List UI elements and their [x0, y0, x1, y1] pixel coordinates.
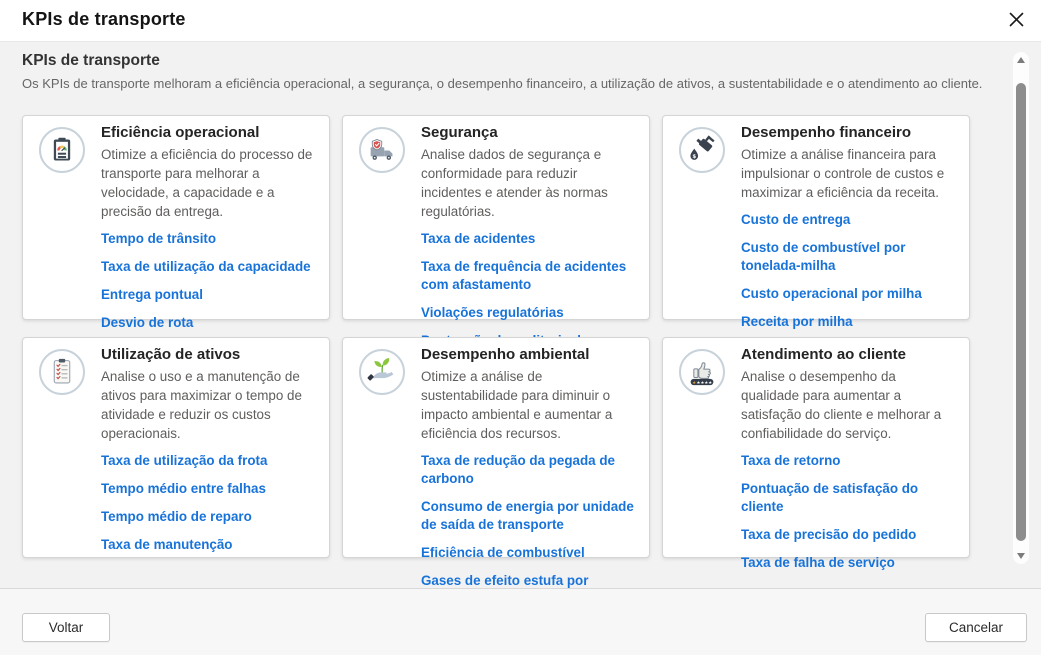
kpi-link-accident-rate[interactable]: Taxa de acidentes [421, 230, 635, 248]
kpi-link-carbon-footprint-reduction[interactable]: Taxa de redução da pegada de carbono [421, 452, 635, 488]
section-subtitle: Os KPIs de transporte melhoram a eficiên… [22, 76, 1041, 92]
card-description: Analise dados de segurança e conformidad… [421, 145, 635, 221]
card-description: Analise o uso e a manutenção de ativos p… [101, 367, 315, 443]
kpi-link-list: Custo de entrega Custo de combustível po… [741, 211, 955, 331]
card-title: Desempenho ambiental [421, 346, 635, 364]
kpi-card-safety: Segurança Analise dados de segurança e c… [342, 115, 650, 320]
cancel-button[interactable]: Cancelar [925, 613, 1027, 642]
kpi-link-list: Tempo de trânsito Taxa de utilização da … [101, 230, 315, 332]
kpi-link-operating-cost-mile[interactable]: Custo operacional por milha [741, 285, 955, 303]
kpi-link-mttr[interactable]: Tempo médio de reparo [101, 508, 315, 526]
kpi-link-capacity-utilization[interactable]: Taxa de utilização da capacidade [101, 258, 315, 276]
card-title: Desempenho financeiro [741, 124, 955, 142]
gauge-clipboard-icon [39, 127, 85, 173]
kpi-link-regulatory-violations[interactable]: Violações regulatórias [421, 304, 635, 322]
thumbs-up-stars-icon: ★ ★★★★ [679, 349, 725, 395]
kpi-card-customer-service: ★ ★★★★ Atendimento ao cliente Analise o … [662, 337, 970, 558]
section-heading: KPIs de transporte [22, 52, 1041, 70]
card-description: Otimize a análise financeira para impuls… [741, 145, 955, 202]
kpi-card-grid: Eficiência operacional Otimize a eficiên… [22, 115, 1041, 558]
dialog-title: KPIs de transporte [22, 9, 186, 30]
card-title: Utilização de ativos [101, 346, 315, 364]
kpi-link-list: Taxa de retorno Pontuação de satisfação … [741, 452, 955, 572]
svg-text:$: $ [692, 154, 696, 160]
kpi-link-lost-time-injury[interactable]: Taxa de frequência de acidentes com afas… [421, 258, 635, 294]
scroll-up-icon[interactable] [1017, 57, 1025, 63]
kpi-link-service-failure-rate[interactable]: Taxa de falha de serviço [741, 554, 955, 572]
kpi-card-operational-efficiency: Eficiência operacional Otimize a eficiên… [22, 115, 330, 320]
close-icon [1009, 12, 1024, 30]
kpi-link-maintenance-rate[interactable]: Taxa de manutenção [101, 536, 315, 554]
truck-shield-icon [359, 127, 405, 173]
scroll-down-icon[interactable] [1017, 553, 1025, 559]
dialog-body: KPIs de transporte Os KPIs de transporte… [0, 42, 1041, 588]
kpi-card-financial-performance: $ Desempenho financeiro Otimize a anális… [662, 115, 970, 320]
kpi-link-fuel-cost-ton-mile[interactable]: Custo de combustível por tonelada-milha [741, 239, 955, 275]
dialog-footer: Voltar Cancelar [0, 588, 1041, 655]
kpi-card-asset-utilization: Utilização de ativos Analise o uso e a m… [22, 337, 330, 558]
kpi-link-revenue-per-mile[interactable]: Receita por milha [741, 313, 955, 331]
card-title: Eficiência operacional [101, 124, 315, 142]
kpi-link-mtbf[interactable]: Tempo médio entre falhas [101, 480, 315, 498]
kpi-card-environmental-performance: Desempenho ambiental Otimize a análise d… [342, 337, 650, 558]
back-button[interactable]: Voltar [22, 613, 110, 642]
kpi-link-route-deviation[interactable]: Desvio de rota [101, 314, 315, 332]
checklist-clipboard-icon [39, 349, 85, 395]
fuel-cost-icon: $ [679, 127, 725, 173]
kpi-link-order-accuracy[interactable]: Taxa de precisão do pedido [741, 526, 955, 544]
kpi-link-list: Taxa de utilização da frota Tempo médio … [101, 452, 315, 554]
card-description: Analise o desempenho da qualidade para a… [741, 367, 955, 443]
card-description: Otimize a eficiência do processo de tran… [101, 145, 315, 221]
card-title: Segurança [421, 124, 635, 142]
vertical-scrollbar[interactable] [1013, 52, 1029, 564]
kpi-link-transit-time[interactable]: Tempo de trânsito [101, 230, 315, 248]
plant-hand-icon [359, 349, 405, 395]
svg-text:★★★★: ★★★★ [697, 380, 713, 386]
scrollbar-thumb[interactable] [1016, 83, 1026, 541]
kpi-link-return-rate[interactable]: Taxa de retorno [741, 452, 955, 470]
title-bar: KPIs de transporte [0, 0, 1041, 42]
kpi-dialog: KPIs de transporte KPIs de transporte Os… [0, 0, 1041, 655]
kpi-link-energy-per-output[interactable]: Consumo de energia por unidade de saída … [421, 498, 635, 534]
kpi-link-delivery-cost[interactable]: Custo de entrega [741, 211, 955, 229]
close-button[interactable] [1003, 8, 1029, 34]
kpi-link-fleet-utilization[interactable]: Taxa de utilização da frota [101, 452, 315, 470]
card-description: Otimize a análise de sustentabilidade pa… [421, 367, 635, 443]
kpi-link-list: Taxa de redução da pegada de carbono Con… [421, 452, 635, 608]
kpi-link-customer-satisfaction[interactable]: Pontuação de satisfação do cliente [741, 480, 955, 516]
kpi-link-on-time-delivery[interactable]: Entrega pontual [101, 286, 315, 304]
card-title: Atendimento ao cliente [741, 346, 955, 364]
kpi-link-fuel-efficiency[interactable]: Eficiência de combustível [421, 544, 635, 562]
